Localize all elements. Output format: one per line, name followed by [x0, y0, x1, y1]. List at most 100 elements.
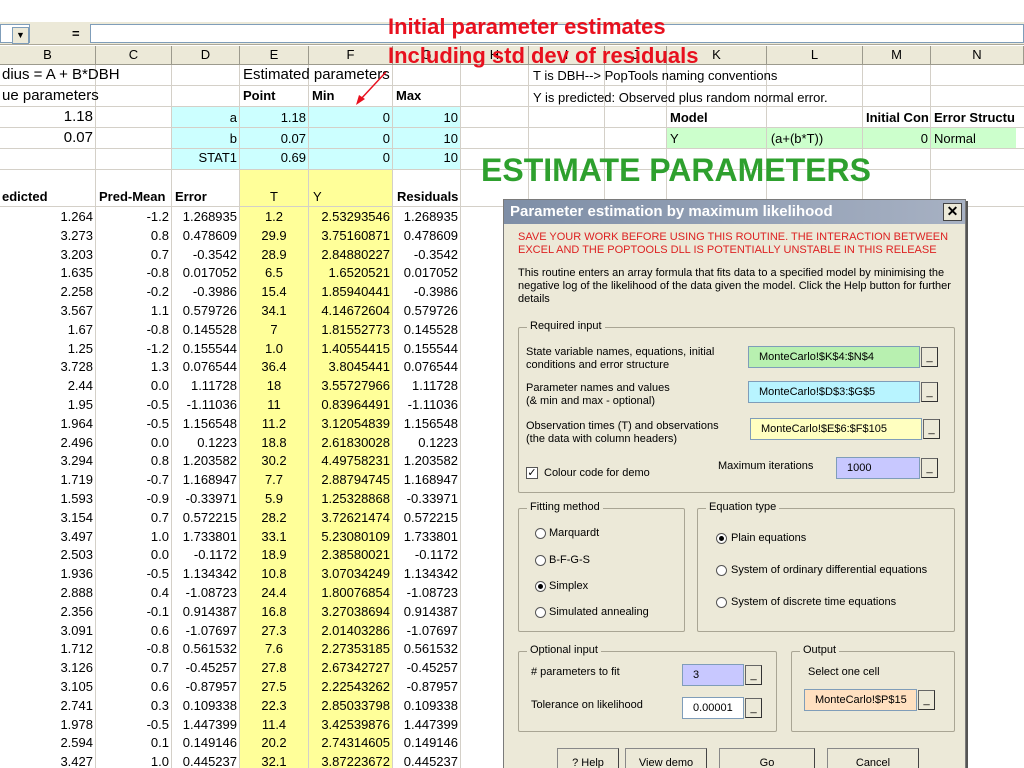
- param-name[interactable]: b: [172, 130, 239, 148]
- t-cell[interactable]: 22.3: [240, 697, 308, 715]
- y-cell[interactable]: 2.88794745: [309, 471, 392, 489]
- chevron-down-icon[interactable]: ▼: [12, 27, 29, 44]
- state-variable-ref[interactable]: MonteCarlo!$K$4:$N$4: [748, 346, 920, 368]
- error-cell[interactable]: -0.87957: [172, 678, 239, 696]
- residual-cell[interactable]: 1.134342: [393, 565, 460, 583]
- t-cell[interactable]: 28.9: [240, 246, 308, 264]
- pred-mean-cell[interactable]: -0.7: [96, 471, 171, 489]
- column-header-c[interactable]: C: [96, 46, 172, 65]
- radio-simulated-annealing[interactable]: [535, 607, 546, 618]
- residual-cell[interactable]: 0.561532: [393, 640, 460, 658]
- pred-mean-cell[interactable]: 0.7: [96, 246, 171, 264]
- t-cell[interactable]: 6.5: [240, 264, 308, 282]
- error-cell[interactable]: -1.08723: [172, 584, 239, 602]
- error-cell[interactable]: -0.45257: [172, 659, 239, 677]
- predicted-cell[interactable]: 1.719: [0, 471, 95, 489]
- pred-mean-cell[interactable]: 0.8: [96, 452, 171, 470]
- y-cell[interactable]: 4.49758231: [309, 452, 392, 470]
- residual-cell[interactable]: 0.478609: [393, 227, 460, 245]
- t-cell[interactable]: 28.2: [240, 509, 308, 527]
- predicted-cell[interactable]: 1.67: [0, 321, 95, 339]
- y-cell[interactable]: 3.12054839: [309, 415, 392, 433]
- residual-cell[interactable]: -0.3542: [393, 246, 460, 264]
- residual-cell[interactable]: 1.168947: [393, 471, 460, 489]
- t-cell[interactable]: 10.8: [240, 565, 308, 583]
- predicted-cell[interactable]: 2.594: [0, 734, 95, 752]
- t-cell[interactable]: 18.9: [240, 546, 308, 564]
- predicted-cell[interactable]: 1.593: [0, 490, 95, 508]
- predicted-cell[interactable]: 2.888: [0, 584, 95, 602]
- t-cell[interactable]: 30.2: [240, 452, 308, 470]
- predicted-cell[interactable]: 3.091: [0, 622, 95, 640]
- cancel-button[interactable]: Cancel: [827, 748, 919, 768]
- output-cell-ref[interactable]: MonteCarlo!$P$15: [804, 689, 917, 711]
- pred-mean-cell[interactable]: 1.0: [96, 753, 171, 768]
- error-cell[interactable]: 0.109338: [172, 697, 239, 715]
- column-header-d[interactable]: D: [172, 46, 240, 65]
- residual-cell[interactable]: -0.33971: [393, 490, 460, 508]
- y-cell[interactable]: 3.72621474: [309, 509, 392, 527]
- column-header-f[interactable]: F: [309, 46, 393, 65]
- y-cell[interactable]: 3.07034249: [309, 565, 392, 583]
- t-cell[interactable]: 27.3: [240, 622, 308, 640]
- predicted-cell[interactable]: 2.496: [0, 434, 95, 452]
- predicted-cell[interactable]: 2.356: [0, 603, 95, 621]
- predicted-cell[interactable]: 2.503: [0, 546, 95, 564]
- param-point[interactable]: 1.18: [240, 109, 308, 127]
- parameter-ref-picker-button[interactable]: _: [921, 382, 938, 402]
- t-cell[interactable]: 16.8: [240, 603, 308, 621]
- pred-mean-cell[interactable]: 0.8: [96, 227, 171, 245]
- t-cell[interactable]: 18.8: [240, 434, 308, 452]
- y-cell[interactable]: 2.27353185: [309, 640, 392, 658]
- tolerance-picker-button[interactable]: _: [745, 698, 762, 718]
- param-point[interactable]: 0.69: [240, 149, 308, 167]
- residual-cell[interactable]: -0.87957: [393, 678, 460, 696]
- pred-mean-cell[interactable]: -0.5: [96, 415, 171, 433]
- predicted-cell[interactable]: 3.203: [0, 246, 95, 264]
- residual-cell[interactable]: 0.076544: [393, 358, 460, 376]
- pred-mean-cell[interactable]: -1.2: [96, 340, 171, 358]
- column-header-e[interactable]: E: [240, 46, 309, 65]
- go-button[interactable]: Go: [719, 748, 815, 768]
- predicted-cell[interactable]: 3.497: [0, 528, 95, 546]
- residual-cell[interactable]: 1.447399: [393, 716, 460, 734]
- residual-cell[interactable]: 0.1223: [393, 434, 460, 452]
- y-cell[interactable]: 3.42539876: [309, 716, 392, 734]
- error-cell[interactable]: 1.268935: [172, 208, 239, 226]
- y-cell[interactable]: 3.87223672: [309, 753, 392, 768]
- y-cell[interactable]: 0.83964491: [309, 396, 392, 414]
- predicted-cell[interactable]: 3.126: [0, 659, 95, 677]
- max-iterations-input[interactable]: 1000: [836, 457, 920, 479]
- residual-cell[interactable]: 0.017052: [393, 264, 460, 282]
- param-name[interactable]: STAT1: [172, 149, 239, 167]
- predicted-cell[interactable]: 3.728: [0, 358, 95, 376]
- radio-discrete-time[interactable]: [716, 597, 727, 608]
- t-cell[interactable]: 7.7: [240, 471, 308, 489]
- param-name[interactable]: a: [172, 109, 239, 127]
- model-error-structure[interactable]: Normal: [932, 130, 1024, 148]
- y-cell[interactable]: 4.14672604: [309, 302, 392, 320]
- predicted-cell[interactable]: 1.936: [0, 565, 95, 583]
- error-cell[interactable]: -1.11036: [172, 396, 239, 414]
- y-cell[interactable]: 1.85940441: [309, 283, 392, 301]
- predicted-cell[interactable]: 2.44: [0, 377, 95, 395]
- t-cell[interactable]: 1.2: [240, 208, 308, 226]
- y-cell[interactable]: 2.67342727: [309, 659, 392, 677]
- predicted-cell[interactable]: 3.154: [0, 509, 95, 527]
- predicted-cell[interactable]: 1.264: [0, 208, 95, 226]
- pred-mean-cell[interactable]: 0.7: [96, 509, 171, 527]
- predicted-cell[interactable]: 3.294: [0, 452, 95, 470]
- t-cell[interactable]: 33.1: [240, 528, 308, 546]
- error-cell[interactable]: 1.168947: [172, 471, 239, 489]
- radio-plain-equations[interactable]: [716, 533, 727, 544]
- residual-cell[interactable]: 0.155544: [393, 340, 460, 358]
- y-cell[interactable]: 1.25328868: [309, 490, 392, 508]
- residual-cell[interactable]: -0.1172: [393, 546, 460, 564]
- model-variable[interactable]: Y: [668, 130, 766, 148]
- output-ref-picker-button[interactable]: _: [918, 690, 935, 710]
- predicted-cell[interactable]: 1.712: [0, 640, 95, 658]
- y-cell[interactable]: 1.40554415: [309, 340, 392, 358]
- residual-cell[interactable]: 1.733801: [393, 528, 460, 546]
- t-cell[interactable]: 34.1: [240, 302, 308, 320]
- predicted-cell[interactable]: 3.105: [0, 678, 95, 696]
